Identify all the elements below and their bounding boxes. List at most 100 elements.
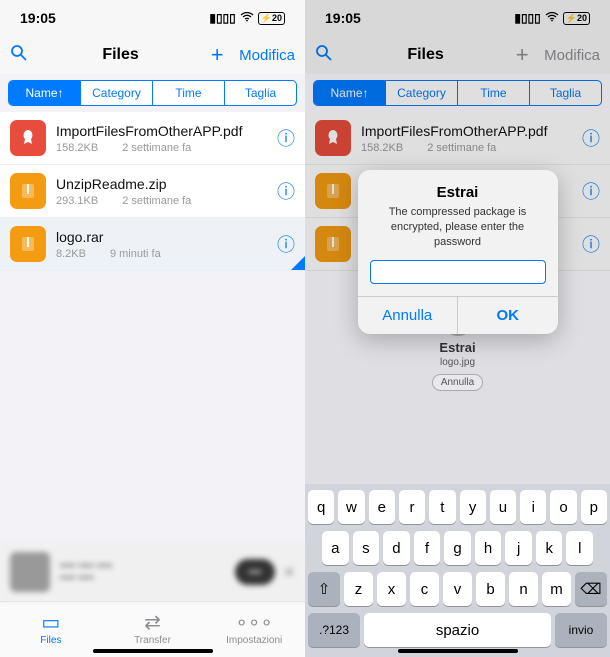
home-indicator[interactable] [398,649,518,653]
key-j[interactable]: j [505,531,532,565]
zip-icon [10,173,46,209]
search-icon[interactable] [10,44,38,67]
segment-category[interactable]: Category [81,81,153,105]
key-o[interactable]: o [550,490,576,524]
signal-icon: ▮▯▯▯ [209,11,235,25]
key-s[interactable]: s [353,531,380,565]
progress-cancel-button[interactable]: Annulla [432,374,483,391]
status-time: 19:05 [325,10,361,26]
edit-button: Modifica [544,47,600,64]
info-icon[interactable]: ⓘ [582,178,600,204]
key-m[interactable]: m [542,572,571,606]
page-title: Files [38,46,203,64]
pdf-icon [315,120,351,156]
tab-files[interactable]: ▭ Files [0,602,102,657]
key-x[interactable]: x [377,572,406,606]
file-row[interactable]: logo.rar 8.2KB9 minuti fa ⓘ [0,218,305,271]
space-key[interactable]: spazio [364,613,551,647]
segment-name[interactable]: Name↑ [314,81,386,105]
segment-category[interactable]: Category [386,81,458,105]
signal-icon: ▮▯▯▯ [514,11,540,25]
key-d[interactable]: d [383,531,410,565]
info-icon[interactable]: ⓘ [277,178,295,204]
info-icon[interactable]: ⓘ [277,231,295,257]
shift-key[interactable]: ⇧ [308,572,340,606]
sort-segments: Name↑ Category Time Taglia [8,80,297,106]
numeric-key[interactable]: .?123 [308,613,360,647]
file-name: ImportFilesFromOtherAPP.pdf [361,123,582,139]
file-row[interactable]: ImportFilesFromOtherAPP.pdf 158.2KB2 set… [0,112,305,165]
key-c[interactable]: c [410,572,439,606]
page-title: Files [343,46,508,64]
key-l[interactable]: l [566,531,593,565]
password-dialog: Estrai The compressed package is encrypt… [358,170,558,334]
key-e[interactable]: e [369,490,395,524]
dialog-title: Estrai [370,184,546,201]
zip-icon [315,173,351,209]
ad-close-icon[interactable]: ✕ [283,564,295,581]
key-y[interactable]: y [460,490,486,524]
status-bar: 19:05 ▮▯▯▯ ⚡20 [0,0,305,36]
key-b[interactable]: b [476,572,505,606]
backspace-key[interactable]: ⌫ [575,572,607,606]
transfer-icon: ⇄ [144,613,161,633]
dialog-ok-button[interactable]: OK [458,297,558,334]
battery-icon: ⚡20 [258,12,285,25]
key-k[interactable]: k [536,531,563,565]
file-row[interactable]: UnzipReadme.zip 293.1KB2 settimane fa ⓘ [0,165,305,218]
zip-icon [315,226,351,262]
info-icon[interactable]: ⓘ [582,231,600,257]
wifi-icon [545,11,559,25]
tab-settings[interactable]: ∘∘∘ Impostazioni [203,602,305,657]
ad-thumb [10,552,50,592]
status-time: 19:05 [20,10,56,26]
info-icon[interactable]: ⓘ [277,125,295,151]
dialog-cancel-button[interactable]: Annulla [358,297,459,334]
segment-time[interactable]: Time [153,81,225,105]
ad-cta[interactable]: ••• [235,559,276,585]
password-input[interactable] [370,260,546,284]
search-icon[interactable] [315,44,343,67]
empty-area [0,271,305,543]
status-right: ▮▯▯▯ ⚡20 [514,11,590,25]
add-button[interactable]: + [203,42,231,68]
ad-banner[interactable]: •••• •••• •••••••• •••• ••• ✕ [0,543,305,601]
ad-text: •••• •••• •••••••• •••• [60,560,235,584]
home-indicator[interactable] [93,649,213,653]
key-w[interactable]: w [338,490,364,524]
key-f[interactable]: f [414,531,441,565]
return-key[interactable]: invio [555,613,607,647]
status-bar: 19:05 ▮▯▯▯ ⚡20 [305,0,610,36]
key-q[interactable]: q [308,490,334,524]
segment-name[interactable]: Name↑ [9,81,81,105]
file-name: logo.rar [56,229,277,245]
file-row[interactable]: ImportFilesFromOtherAPP.pdf 158.2KB2 set… [305,112,610,165]
key-r[interactable]: r [399,490,425,524]
wifi-icon [240,11,254,25]
key-i[interactable]: i [520,490,546,524]
segment-time[interactable]: Time [458,81,530,105]
progress-title: Estrai [425,340,491,355]
key-z[interactable]: z [344,572,373,606]
sort-segments: Name↑ Category Time Taglia [313,80,602,106]
key-n[interactable]: n [509,572,538,606]
segment-size[interactable]: Taglia [530,81,601,105]
key-u[interactable]: u [490,490,516,524]
status-right: ▮▯▯▯ ⚡20 [209,11,285,25]
key-a[interactable]: a [322,531,349,565]
selection-corner-icon [291,256,305,270]
edit-button[interactable]: Modifica [239,47,295,64]
info-icon[interactable]: ⓘ [582,125,600,151]
progress-file: logo.jpg [425,357,491,368]
key-h[interactable]: h [475,531,502,565]
segment-size[interactable]: Taglia [225,81,296,105]
key-v[interactable]: v [443,572,472,606]
folder-icon: ▭ [41,613,60,633]
key-t[interactable]: t [429,490,455,524]
more-icon: ∘∘∘ [235,613,273,633]
key-p[interactable]: p [581,490,607,524]
file-name: UnzipReadme.zip [56,176,277,192]
key-g[interactable]: g [444,531,471,565]
top-bar: Files + Modifica [0,36,305,74]
keyboard: qwertyuiop asdfghjkl ⇧ zxcvbnm⌫ .?123 sp… [305,484,610,657]
